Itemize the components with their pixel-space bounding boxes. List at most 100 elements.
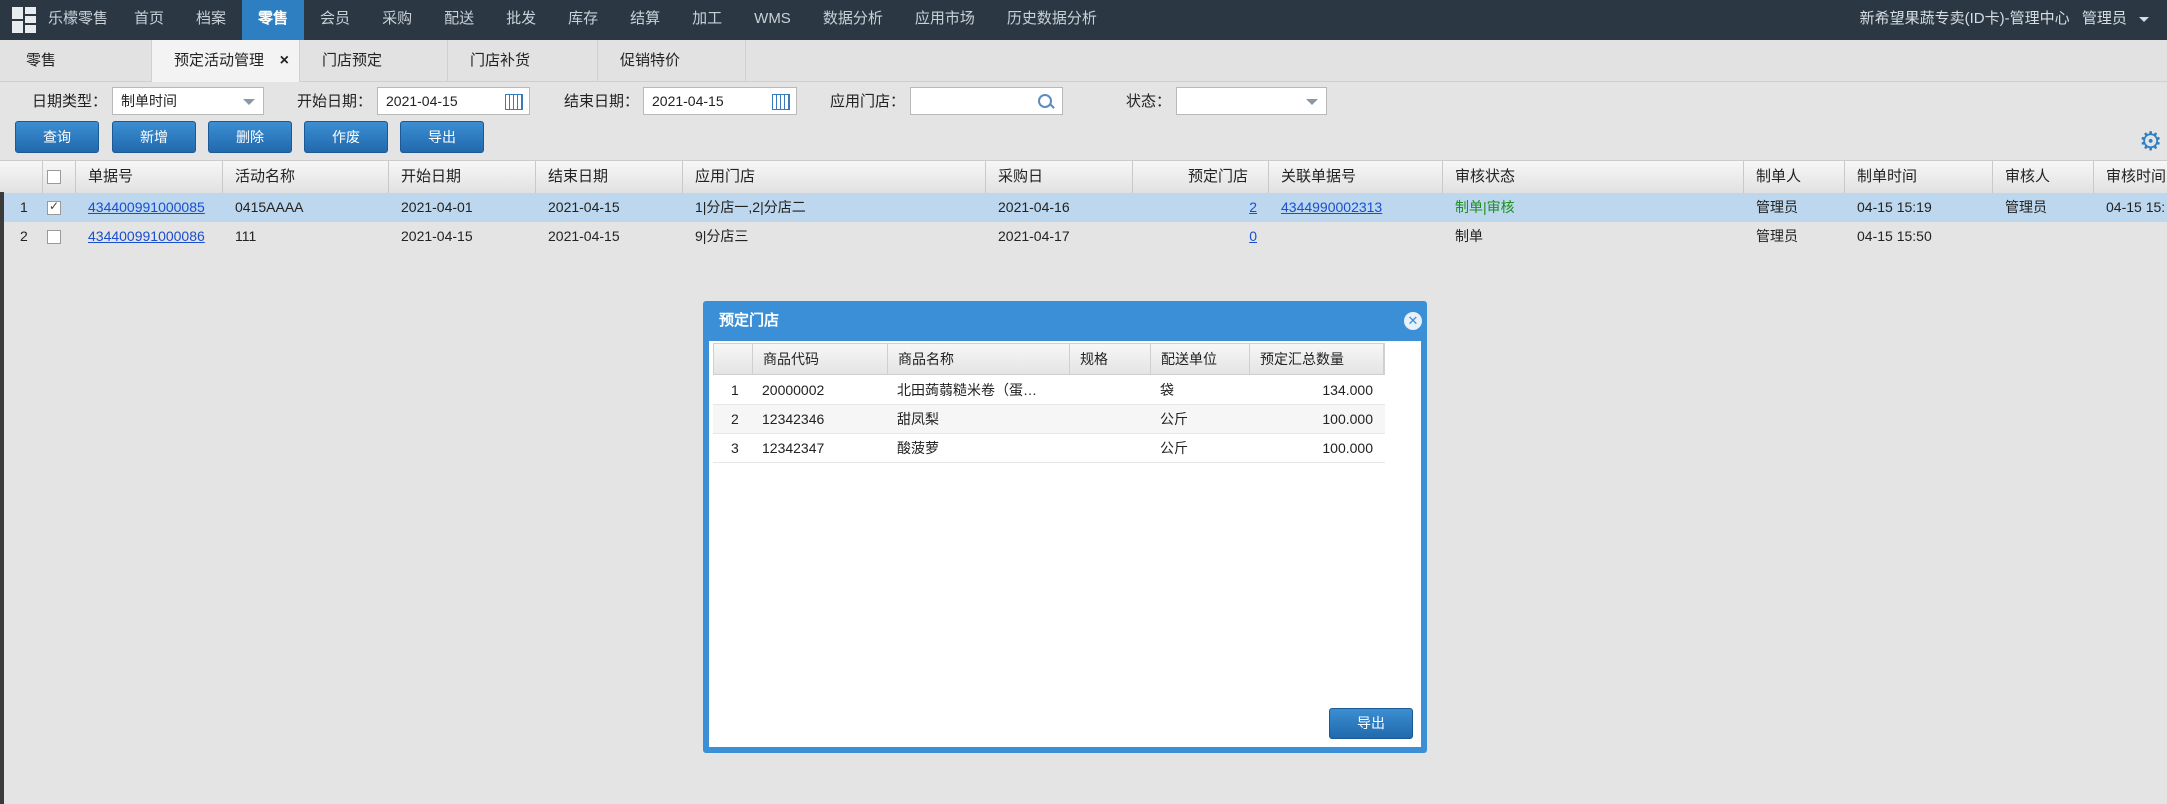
delete-button[interactable]: 删除 xyxy=(208,121,292,153)
audit-time: 04-15 15: xyxy=(2106,199,2166,215)
product-code: 12342346 xyxy=(762,411,825,427)
header-product-code[interactable]: 商品代码 xyxy=(753,344,888,374)
booked-stores-link[interactable]: 2 xyxy=(1133,193,1269,222)
export-button[interactable]: 导出 xyxy=(400,121,484,153)
close-icon[interactable]: × xyxy=(280,40,289,82)
related-doc-link[interactable] xyxy=(1269,222,1443,251)
header-doc-number[interactable]: 单据号 xyxy=(76,161,223,193)
header-booked-stores[interactable]: 预定门店 xyxy=(1133,161,1269,193)
nav-item-data-analysis[interactable]: 数据分析 xyxy=(807,0,899,40)
nav-item-history-analysis[interactable]: 历史数据分析 xyxy=(991,0,1113,40)
status-select[interactable] xyxy=(1176,87,1327,115)
row-number-header xyxy=(4,161,43,193)
add-button[interactable]: 新增 xyxy=(112,121,196,153)
row-checkbox[interactable] xyxy=(47,230,61,244)
tab-store-reservation[interactable]: 门店预定 xyxy=(300,40,448,82)
gear-icon[interactable]: ⚙ xyxy=(2139,128,2165,154)
tab-retail[interactable]: 零售 xyxy=(14,40,152,82)
calendar-icon[interactable] xyxy=(505,94,523,110)
activity-name: 111 xyxy=(235,228,257,244)
date-type-label: 日期类型： xyxy=(32,93,108,110)
brand-name: 乐檬零售 xyxy=(48,10,109,27)
booked-stores-link[interactable]: 0 xyxy=(1133,222,1269,251)
date-type-value: 制单时间 xyxy=(121,93,177,109)
list-item[interactable]: 1 20000002 北田蒟蒻糙米卷（蛋… 袋 134.000 xyxy=(713,376,1385,405)
nav-item-retail[interactable]: 零售 xyxy=(242,0,305,40)
audit-status: 制单 xyxy=(1455,228,1483,244)
audit-status: 制单|审核 xyxy=(1455,199,1515,215)
tab-store-replenishment[interactable]: 门店补货 xyxy=(448,40,598,82)
query-button[interactable]: 查询 xyxy=(15,121,99,153)
unit: 公斤 xyxy=(1160,440,1188,456)
close-icon[interactable]: ✕ xyxy=(1404,312,1422,330)
table-row[interactable]: 2 434400991000086 111 2021-04-15 2021-04… xyxy=(0,222,2167,251)
void-button[interactable]: 作废 xyxy=(304,121,388,153)
list-item[interactable]: 3 12342347 酸菠萝 公斤 100.000 xyxy=(713,434,1385,463)
nav-item-home[interactable]: 首页 xyxy=(118,0,180,40)
store-search-input[interactable] xyxy=(910,87,1063,115)
nav-item-archive[interactable]: 档案 xyxy=(180,0,242,40)
nav-item-purchase[interactable]: 采购 xyxy=(366,0,428,40)
nav-item-app-market[interactable]: 应用市场 xyxy=(899,0,991,40)
product-code: 12342347 xyxy=(762,440,825,456)
header-auditor[interactable]: 审核人 xyxy=(1993,161,2094,193)
grid-logo-icon[interactable] xyxy=(12,7,36,33)
tab-bar: 零售 预定活动管理 × 门店预定 门店补货 促销特价 xyxy=(0,40,2167,82)
header-total-qty[interactable]: 预定汇总数量 xyxy=(1250,344,1384,374)
header-end-date[interactable]: 结束日期 xyxy=(536,161,683,193)
activity-name: 0415AAAA xyxy=(235,199,304,215)
stores: 1|分店一,2|分店二 xyxy=(695,199,806,215)
header-creator[interactable]: 制单人 xyxy=(1744,161,1845,193)
header-audit-time[interactable]: 审核时间 xyxy=(2094,161,2167,193)
doc-number-link[interactable]: 434400991000086 xyxy=(76,222,223,251)
row-number: 2 xyxy=(731,411,739,427)
start-date: 2021-04-01 xyxy=(401,199,473,215)
date-type-select[interactable]: 制单时间 xyxy=(112,87,264,115)
nav-item-wholesale[interactable]: 批发 xyxy=(490,0,552,40)
header-activity-name[interactable]: 活动名称 xyxy=(223,161,389,193)
nav-item-inventory[interactable]: 库存 xyxy=(552,0,614,40)
table-row[interactable]: 1 434400991000085 0415AAAA 2021-04-01 20… xyxy=(0,193,2167,222)
header-related-doc[interactable]: 关联单据号 xyxy=(1269,161,1443,193)
dialog-export-button[interactable]: 导出 xyxy=(1329,708,1413,739)
end-date: 2021-04-15 xyxy=(548,228,620,244)
nav-item-wms[interactable]: WMS xyxy=(738,0,807,40)
nav-item-settlement[interactable]: 结算 xyxy=(614,0,676,40)
dialog-title: 预定门店 xyxy=(719,312,780,329)
header-unit[interactable]: 配送单位 xyxy=(1151,344,1250,374)
nav-item-member[interactable]: 会员 xyxy=(304,0,366,40)
account-menu[interactable]: 新希望果蔬专卖(ID卡)-管理中心 管理员 xyxy=(1860,0,2149,38)
tab-label: 预定活动管理 xyxy=(174,52,265,69)
top-navigation-bar: 乐檬零售 首页 档案 零售 会员 采购 配送 批发 库存 结算 加工 WMS 数… xyxy=(0,0,2167,40)
unit: 袋 xyxy=(1160,382,1174,398)
tab-reservation-management[interactable]: 预定活动管理 × xyxy=(152,40,300,82)
chevron-down-icon xyxy=(2139,16,2149,22)
tab-promotion-price[interactable]: 促销特价 xyxy=(598,40,746,82)
header-audit-status[interactable]: 审核状态 xyxy=(1443,161,1744,193)
header-purchase-day[interactable]: 采购日 xyxy=(986,161,1133,193)
related-doc-link[interactable]: 4344990002313 xyxy=(1269,193,1443,222)
booked-stores-dialog: 预定门店 ✕ 商品代码 商品名称 规格 配送单位 预定汇总数量 1 200000… xyxy=(703,301,1427,753)
end-date-value: 2021-04-15 xyxy=(652,93,724,109)
stores: 9|分店三 xyxy=(695,228,749,244)
header-start-date[interactable]: 开始日期 xyxy=(389,161,536,193)
start-date-label: 开始日期： xyxy=(297,93,373,110)
search-icon[interactable] xyxy=(1038,94,1052,108)
nav-item-processing[interactable]: 加工 xyxy=(676,0,738,40)
header-spec[interactable]: 规格 xyxy=(1070,344,1151,374)
select-all-header xyxy=(43,161,76,193)
header-stores[interactable]: 应用门店 xyxy=(683,161,986,193)
header-product-name[interactable]: 商品名称 xyxy=(888,344,1070,374)
calendar-icon[interactable] xyxy=(772,94,790,110)
header-created-time[interactable]: 制单时间 xyxy=(1845,161,1993,193)
start-date-input[interactable]: 2021-04-15 xyxy=(377,87,530,115)
nav-item-distribution[interactable]: 配送 xyxy=(428,0,490,40)
end-date-input[interactable]: 2021-04-15 xyxy=(643,87,797,115)
row-number: 3 xyxy=(731,440,739,456)
select-all-checkbox[interactable] xyxy=(47,170,61,184)
list-item[interactable]: 2 12342346 甜凤梨 公斤 100.000 xyxy=(713,405,1385,434)
total-qty: 134.000 xyxy=(1322,382,1373,398)
end-date: 2021-04-15 xyxy=(548,199,620,215)
row-checkbox[interactable] xyxy=(47,199,61,215)
doc-number-link[interactable]: 434400991000085 xyxy=(76,193,223,222)
